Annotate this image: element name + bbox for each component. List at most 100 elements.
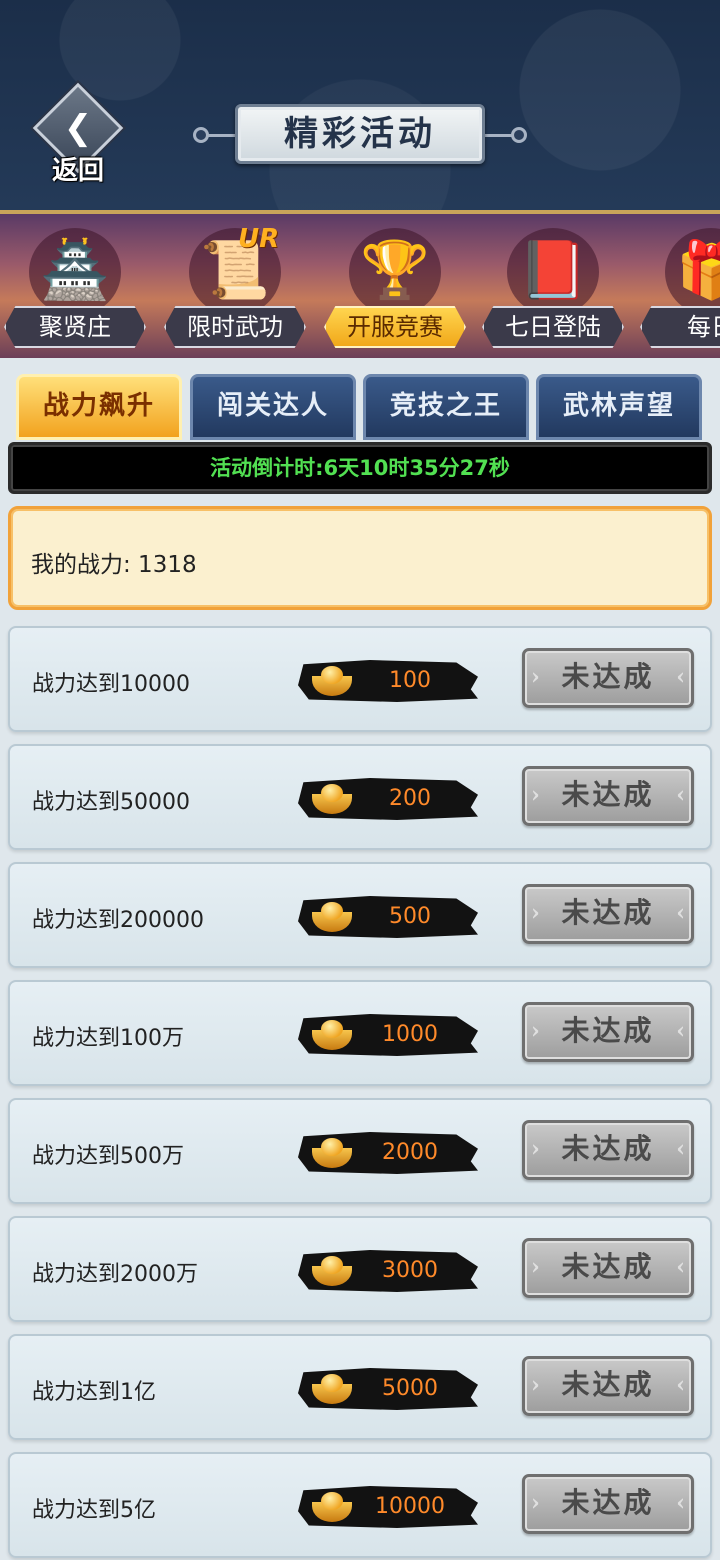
- nav-item-label: 开服竞赛: [324, 306, 466, 348]
- claim-button[interactable]: › 未达成 ‹: [522, 648, 694, 708]
- claim-button[interactable]: › 未达成 ‹: [522, 884, 694, 944]
- page-title-banner: 精彩活动: [193, 100, 527, 170]
- reward-amount: 5000: [382, 1376, 438, 1401]
- my-power-panel: 我的战力: 1318: [8, 506, 712, 610]
- task-label: 战力达到100万: [32, 1026, 184, 1051]
- claim-button-label: 未达成: [561, 1014, 655, 1047]
- chevron-right-icon: ›: [531, 1254, 540, 1280]
- nav-item-meiri[interactable]: 🎁 每日: [636, 214, 720, 358]
- task-label: 战力达到200000: [32, 908, 204, 933]
- chevron-right-icon: ›: [531, 1018, 540, 1044]
- tab-zhanli-biaosheng[interactable]: 战力飙升: [16, 374, 182, 440]
- claim-button[interactable]: › 未达成 ‹: [522, 1474, 694, 1534]
- gold-ingot-icon: [312, 1372, 352, 1406]
- claim-button[interactable]: › 未达成 ‹: [522, 766, 694, 826]
- task-row: 战力达到200000 500 › 未达成 ‹: [8, 862, 712, 968]
- reward-badge: 3000: [298, 1250, 478, 1292]
- claim-button-label: 未达成: [561, 660, 655, 693]
- back-label: 返回: [51, 156, 104, 186]
- chevron-right-icon: ›: [531, 1372, 540, 1398]
- chevron-left-icon: ‹: [676, 1490, 685, 1516]
- title-ornament-right: [511, 127, 527, 143]
- book-icon: 📕: [503, 224, 603, 316]
- reward-amount: 3000: [382, 1258, 438, 1283]
- claim-button[interactable]: › 未达成 ‹: [522, 1120, 694, 1180]
- chevron-right-icon: ›: [531, 900, 540, 926]
- my-power-text: 我的战力: 1318: [31, 552, 197, 578]
- countdown-timer: 活动倒计时:6天10时35分27秒: [8, 442, 712, 494]
- chevron-right-icon: ›: [531, 782, 540, 808]
- reward-badge: 2000: [298, 1132, 478, 1174]
- gold-ingot-icon: [312, 1018, 352, 1052]
- reward-amount: 100: [389, 668, 431, 693]
- back-button[interactable]: ❮ 返回: [32, 82, 124, 186]
- reward-badge: 1000: [298, 1014, 478, 1056]
- task-row: 战力达到10000 100 › 未达成 ‹: [8, 626, 712, 732]
- ur-badge: UR: [238, 224, 280, 254]
- task-row: 战力达到100万 1000 › 未达成 ‹: [8, 980, 712, 1086]
- tab-chuangguan-daren[interactable]: 闯关达人: [190, 374, 356, 440]
- chevron-left-icon: ‹: [676, 900, 685, 926]
- task-row: 战力达到50000 200 › 未达成 ‹: [8, 744, 712, 850]
- nav-item-label: 七日登陆: [482, 306, 624, 348]
- task-label: 战力达到1亿: [32, 1380, 156, 1405]
- claim-button-label: 未达成: [561, 778, 655, 811]
- task-label: 战力达到5亿: [32, 1498, 156, 1523]
- claim-button-label: 未达成: [561, 1250, 655, 1283]
- nav-item-kaifu-jingsai[interactable]: 🏆 开服竞赛: [320, 214, 470, 358]
- task-label: 战力达到2000万: [32, 1262, 198, 1287]
- gift-icon: 🎁: [661, 224, 720, 316]
- chevron-left-icon: ‹: [676, 1372, 685, 1398]
- tab-wulin-shengwang[interactable]: 武林声望: [536, 374, 702, 440]
- gold-ingot-icon: [312, 900, 352, 934]
- reward-badge: 5000: [298, 1368, 478, 1410]
- palace-icon: 🏯: [25, 224, 125, 316]
- nav-item-qiri-denglu[interactable]: 📕 七日登陆: [478, 214, 628, 358]
- claim-button[interactable]: › 未达成 ‹: [522, 1238, 694, 1298]
- claim-button[interactable]: › 未达成 ‹: [522, 1356, 694, 1416]
- task-row: 战力达到5亿 10000 › 未达成 ‹: [8, 1452, 712, 1558]
- reward-badge: 200: [298, 778, 478, 820]
- title-ornament-left: [193, 127, 209, 143]
- nav-item-xianshi-wugong[interactable]: 📜 UR 限时武功: [160, 214, 310, 358]
- chevron-left-icon: ‹: [676, 664, 685, 690]
- header: ❮ 返回 精彩活动: [0, 0, 720, 210]
- activity-nav: 🏯 聚贤庄 📜 UR 限时武功 🏆 开服竞赛 📕 七日登陆 🎁 每日: [0, 210, 720, 358]
- reward-badge: 100: [298, 660, 478, 702]
- gold-ingot-icon: [312, 782, 352, 816]
- sub-tabs: 战力飙升 闯关达人 竞技之王 武林声望: [16, 374, 706, 440]
- nav-item-label: 限时武功: [164, 306, 306, 348]
- claim-button-label: 未达成: [561, 1368, 655, 1401]
- gold-ingot-icon: [312, 1490, 352, 1524]
- gold-ingot-icon: [312, 1254, 352, 1288]
- chevron-left-icon: ‹: [676, 1254, 685, 1280]
- gold-ingot-icon: [312, 1136, 352, 1170]
- nav-item-juxianzhuang[interactable]: 🏯 聚贤庄: [0, 214, 150, 358]
- reward-amount: 10000: [375, 1494, 445, 1519]
- reward-amount: 200: [389, 786, 431, 811]
- task-row: 战力达到1亿 5000 › 未达成 ‹: [8, 1334, 712, 1440]
- chevron-left-icon: ‹: [676, 1136, 685, 1162]
- reward-amount: 2000: [382, 1140, 438, 1165]
- chevron-right-icon: ›: [531, 1136, 540, 1162]
- chevron-right-icon: ›: [531, 1490, 540, 1516]
- gold-ingot-icon: [312, 664, 352, 698]
- task-row: 战力达到500万 2000 › 未达成 ‹: [8, 1098, 712, 1204]
- reward-badge: 10000: [298, 1486, 478, 1528]
- reward-badge: 500: [298, 896, 478, 938]
- task-row: 战力达到2000万 3000 › 未达成 ‹: [8, 1216, 712, 1322]
- tab-jingji-zhiwang[interactable]: 竞技之王: [363, 374, 529, 440]
- claim-button-label: 未达成: [561, 1132, 655, 1165]
- claim-button-label: 未达成: [561, 1486, 655, 1519]
- nav-item-label: 聚贤庄: [4, 306, 146, 348]
- reward-amount: 1000: [382, 1022, 438, 1047]
- chevron-left-icon: ‹: [676, 782, 685, 808]
- trophy-icon: 🏆: [345, 224, 445, 316]
- task-label: 战力达到50000: [32, 790, 190, 815]
- claim-button-label: 未达成: [561, 896, 655, 929]
- task-label: 战力达到10000: [32, 672, 190, 697]
- chevron-right-icon: ›: [531, 664, 540, 690]
- reward-amount: 500: [389, 904, 431, 929]
- page-title: 精彩活动: [235, 104, 485, 164]
- claim-button[interactable]: › 未达成 ‹: [522, 1002, 694, 1062]
